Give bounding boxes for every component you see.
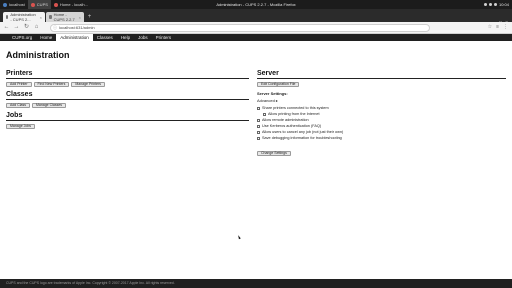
browser-tab-home[interactable]: Home - CUPS 2.2.7 × (46, 12, 84, 22)
battery-icon[interactable] (493, 3, 497, 6)
checkbox[interactable] (257, 118, 260, 122)
browser-tab-bar: Administration - CUPS 2... × Home - CUPS… (0, 9, 512, 26)
change-settings-button[interactable]: Change Settings (257, 151, 291, 156)
favicon-icon (49, 15, 52, 19)
option-label: Save debugging information for troublesh… (262, 136, 342, 140)
info-icon[interactable]: ⓘ (53, 25, 57, 31)
printers-buttons: Add Printer Find New Printers Manage Pri… (6, 82, 249, 87)
bookmark-icon[interactable]: ☆ (488, 24, 492, 30)
reload-button[interactable]: ↻ (23, 24, 30, 31)
option-label: Allow remote administration (262, 118, 309, 122)
new-tab-button[interactable]: + (86, 14, 93, 21)
manage-printers-button[interactable]: Manage Printers (71, 82, 106, 87)
back-button[interactable]: ← (3, 24, 10, 31)
close-tab-icon[interactable]: × (40, 15, 42, 20)
jobs-heading: Jobs (6, 112, 249, 121)
checkbox[interactable] (263, 112, 266, 116)
os-task-label: Home - localh... (59, 2, 88, 7)
option-label: Use Kerberos authentication (FAQ) (262, 124, 322, 128)
os-task-label: localhost (9, 2, 25, 7)
classes-heading: Classes (6, 91, 249, 100)
server-settings-label: Server Settings: (257, 91, 288, 96)
browser-nav-bar: ← → ↻ ⌂ ⓘ localhost:631/admin ☆ ≡ ⋮ (0, 22, 512, 34)
printers-heading: Printers (6, 70, 249, 79)
checkbox[interactable] (257, 124, 260, 128)
find-new-printers-button[interactable]: Find New Printers (33, 82, 70, 87)
app-icon (3, 2, 7, 7)
manage-classes-button[interactable]: Manage Classes (31, 103, 67, 108)
url-bar[interactable]: ⓘ localhost:631/admin (50, 24, 430, 32)
tab-classes[interactable]: Classes (93, 34, 117, 41)
os-task-home[interactable]: Home - localh... (51, 0, 91, 9)
home-button[interactable]: ⌂ (33, 24, 40, 31)
system-tray: 10:04 (483, 0, 509, 9)
option-label: Share printers connected to this system (262, 106, 329, 110)
cups-nav: CUPS.org Home Administration Classes Hel… (0, 34, 512, 41)
forward-button[interactable]: → (13, 24, 20, 31)
classes-buttons: Add Class Manage Classes (6, 103, 249, 108)
server-heading: Server (257, 70, 506, 79)
favicon-icon (6, 15, 9, 19)
tab-printers[interactable]: Printers (152, 34, 176, 41)
server-buttons: Edit Configuration File (257, 82, 506, 87)
manage-jobs-button[interactable]: Manage Jobs (6, 124, 36, 129)
browser-toolbar-right: ☆ ≡ ⋮ (488, 24, 508, 30)
edit-configuration-file-button[interactable]: Edit Configuration File (257, 82, 300, 87)
library-icon[interactable]: ≡ (496, 24, 499, 30)
checkbox[interactable] (257, 130, 260, 134)
tab-home[interactable]: Home (36, 34, 56, 41)
tab-help[interactable]: Help (117, 34, 134, 41)
add-class-button[interactable]: Add Class (6, 103, 30, 108)
checkbox[interactable] (257, 136, 260, 140)
tab-administration[interactable]: Administration (56, 34, 93, 41)
option-label: Allow users to cancel any job (not just … (262, 130, 344, 134)
tab-jobs[interactable]: Jobs (134, 34, 152, 41)
os-task-cups[interactable]: CUPS (27, 0, 51, 9)
menu-icon[interactable]: ⋮ (503, 24, 508, 30)
page-title: Administration (6, 50, 70, 60)
page-footer: CUPS and the CUPS logo are trademarks of… (0, 279, 512, 288)
checkbox[interactable] (257, 106, 260, 110)
advanced-toggle[interactable]: Advanced ▸ (257, 98, 506, 103)
mouse-cursor-icon (237, 234, 241, 240)
right-column: Server Edit Configuration File Server Se… (257, 70, 506, 159)
close-tab-icon[interactable]: × (79, 15, 81, 20)
os-task-localhost[interactable]: localhost (0, 0, 28, 9)
browser-tab-label: Administration - CUPS 2... (10, 12, 36, 22)
left-column: Printers Add Printer Find New Printers M… (6, 70, 249, 133)
page-content: Administration Printers Add Printer Find… (0, 41, 512, 279)
url-text: localhost:631/admin (59, 25, 95, 30)
os-task-label: CUPS (36, 2, 48, 7)
option-label: Allow printing from the Internet (268, 112, 320, 116)
browser-tab-admin[interactable]: Administration - CUPS 2... × (3, 12, 45, 22)
browser-tab-label: Home - CUPS 2.2.7 (53, 12, 75, 22)
option-debug-logging[interactable]: Save debugging information for troublesh… (257, 135, 506, 141)
firefox-icon (53, 2, 58, 7)
add-printer-button[interactable]: Add Printer (6, 82, 32, 87)
jobs-buttons: Manage Jobs (6, 124, 249, 129)
firefox-icon (30, 2, 35, 7)
clock[interactable]: 10:04 (499, 2, 509, 7)
cups-brand-link[interactable]: CUPS.org (8, 35, 36, 40)
network-icon[interactable] (483, 3, 487, 6)
os-top-panel: localhost CUPS Home - localh... Administ… (0, 0, 512, 9)
volume-icon[interactable] (488, 3, 492, 6)
